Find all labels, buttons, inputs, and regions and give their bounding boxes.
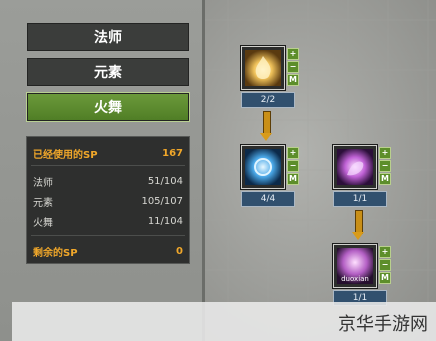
sp-row-element: 元素 105/107 — [33, 191, 183, 211]
sp-remaining-value: 0 — [176, 245, 183, 257]
divider — [31, 235, 185, 236]
skill-slot[interactable] — [241, 46, 285, 90]
plus-button[interactable]: + — [379, 147, 391, 159]
minus-button[interactable]: − — [287, 61, 299, 73]
class-button-element[interactable]: 元素 — [26, 57, 190, 87]
flame-spirit-icon — [245, 50, 281, 86]
skill-slot[interactable]: duoxian — [333, 244, 377, 288]
max-button[interactable]: M — [379, 173, 391, 185]
sp-used-label: 已经使用的SP — [33, 149, 98, 161]
sp-remaining-row: 剩余的SP 0 — [33, 241, 183, 261]
sp-row-value: 51/104 — [147, 175, 183, 187]
max-button[interactable]: M — [287, 173, 299, 185]
duoxian-icon: duoxian — [337, 248, 373, 284]
watermark-bar: 京华手游网 — [12, 302, 436, 341]
class-panel: 法师 元素 火舞 已经使用的SP 167 法师 51/104 元素 105/10… — [0, 0, 202, 341]
grid-overlay — [205, 0, 436, 341]
prerequisite-arrow — [263, 111, 271, 135]
skill-tree-panel: + − M 2/2 + − M 4/4 + − M 1/1 duoxian + … — [202, 0, 436, 341]
prerequisite-arrow — [355, 210, 363, 234]
arrow-head-icon — [260, 133, 272, 141]
max-button[interactable]: M — [379, 272, 391, 284]
class-button-mage[interactable]: 法师 — [26, 22, 190, 52]
sp-row-label: 元素 — [33, 197, 53, 209]
max-button[interactable]: M — [287, 74, 299, 86]
sp-summary-panel: 已经使用的SP 167 法师 51/104 元素 105/107 火舞 11/1… — [26, 136, 190, 264]
skill-level: 4/4 — [241, 191, 295, 207]
purple-spirit-icon — [337, 149, 373, 185]
skill-caption: duoxian — [341, 275, 369, 283]
minus-button[interactable]: − — [287, 160, 299, 172]
sp-row-label: 火舞 — [33, 217, 53, 229]
minus-button[interactable]: − — [379, 259, 391, 271]
plus-button[interactable]: + — [379, 246, 391, 258]
sp-row-value: 11/104 — [147, 215, 183, 227]
skill-slot[interactable] — [241, 145, 285, 189]
sp-row-label: 法师 — [33, 177, 53, 189]
sp-row-mage: 法师 51/104 — [33, 171, 183, 191]
skill-level: 1/1 — [333, 191, 387, 207]
sp-row-value: 105/107 — [141, 195, 183, 207]
arrow-head-icon — [352, 232, 364, 240]
skill-level: 2/2 — [241, 92, 295, 108]
watermark-text: 京华手游网 — [338, 314, 428, 335]
sp-row-fire-dance: 火舞 11/104 — [33, 211, 183, 231]
plus-button[interactable]: + — [287, 147, 299, 159]
sp-remaining-label: 剩余的SP — [33, 247, 78, 259]
class-button-fire-dance[interactable]: 火舞 — [26, 92, 190, 122]
skill-slot[interactable] — [333, 145, 377, 189]
minus-button[interactable]: − — [379, 160, 391, 172]
sp-used-row: 已经使用的SP 167 — [33, 143, 183, 163]
divider — [31, 165, 185, 166]
plus-button[interactable]: + — [287, 48, 299, 60]
blue-swirl-icon — [245, 149, 281, 185]
sp-used-value: 167 — [162, 147, 183, 159]
